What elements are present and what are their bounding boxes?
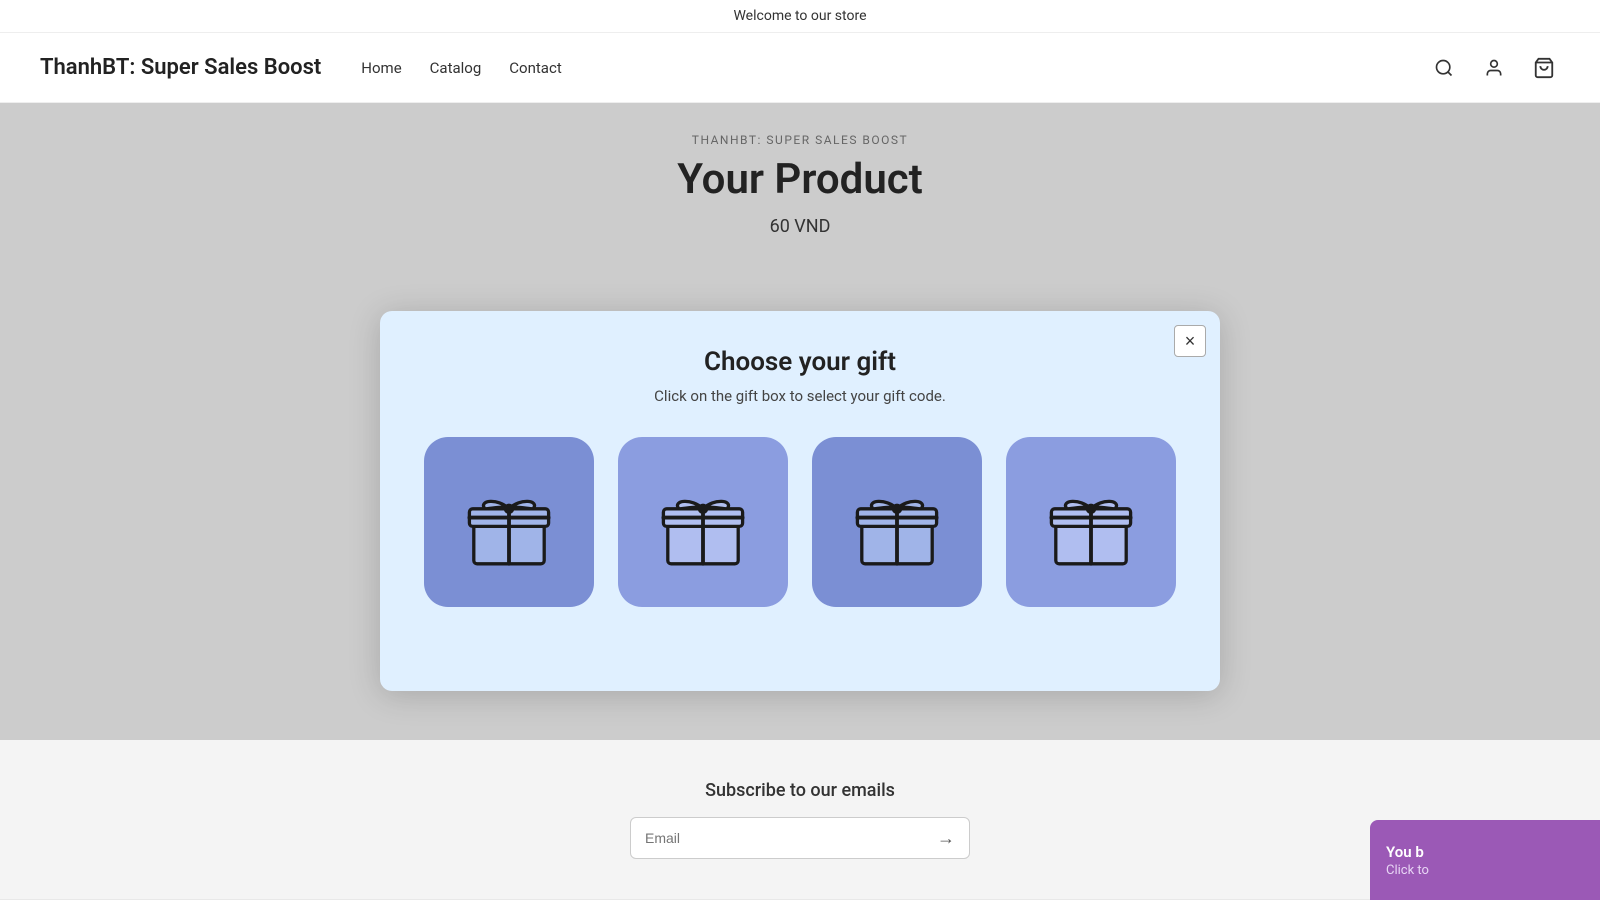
cart-button[interactable] [1528, 52, 1560, 84]
site-logo[interactable]: ThanhBT: Super Sales Boost [40, 55, 321, 80]
corner-widget[interactable]: You b Click to [1370, 820, 1600, 900]
gift-icon-1 [454, 467, 564, 577]
modal-title: Choose your gift [420, 347, 1180, 377]
login-button[interactable] [1478, 52, 1510, 84]
modal-subtitle: Click on the gift box to select your gif… [420, 387, 1180, 405]
user-icon [1484, 58, 1504, 78]
cart-icon [1533, 57, 1555, 79]
main-nav: Home Catalog Contact [361, 59, 1428, 77]
gift-modal: × Choose your gift Click on the gift box… [380, 311, 1220, 691]
gift-box-3[interactable] [812, 437, 982, 607]
gift-icon-2 [648, 467, 758, 577]
nav-home[interactable]: Home [361, 59, 401, 77]
search-button[interactable] [1428, 52, 1460, 84]
gift-box-4[interactable] [1006, 437, 1176, 607]
modal-overlay: × Choose your gift Click on the gift box… [0, 103, 1600, 899]
header: ThanhBT: Super Sales Boost Home Catalog … [0, 33, 1600, 103]
announcement-text: Welcome to our store [733, 8, 866, 24]
nav-contact[interactable]: Contact [509, 59, 561, 77]
gift-icon-3 [842, 467, 952, 577]
nav-catalog[interactable]: Catalog [430, 59, 482, 77]
gift-box-2[interactable] [618, 437, 788, 607]
gift-box-1[interactable] [424, 437, 594, 607]
announcement-bar: Welcome to our store [0, 0, 1600, 33]
gift-grid [420, 437, 1180, 607]
corner-widget-subtitle: Click to [1386, 863, 1429, 878]
gift-icon-4 [1036, 467, 1146, 577]
header-icons [1428, 52, 1560, 84]
modal-close-button[interactable]: × [1174, 325, 1206, 357]
page-background: THANHBT: SUPER SALES BOOST Your Product … [0, 103, 1600, 899]
corner-widget-title: You b [1386, 843, 1424, 861]
search-icon [1434, 58, 1454, 78]
